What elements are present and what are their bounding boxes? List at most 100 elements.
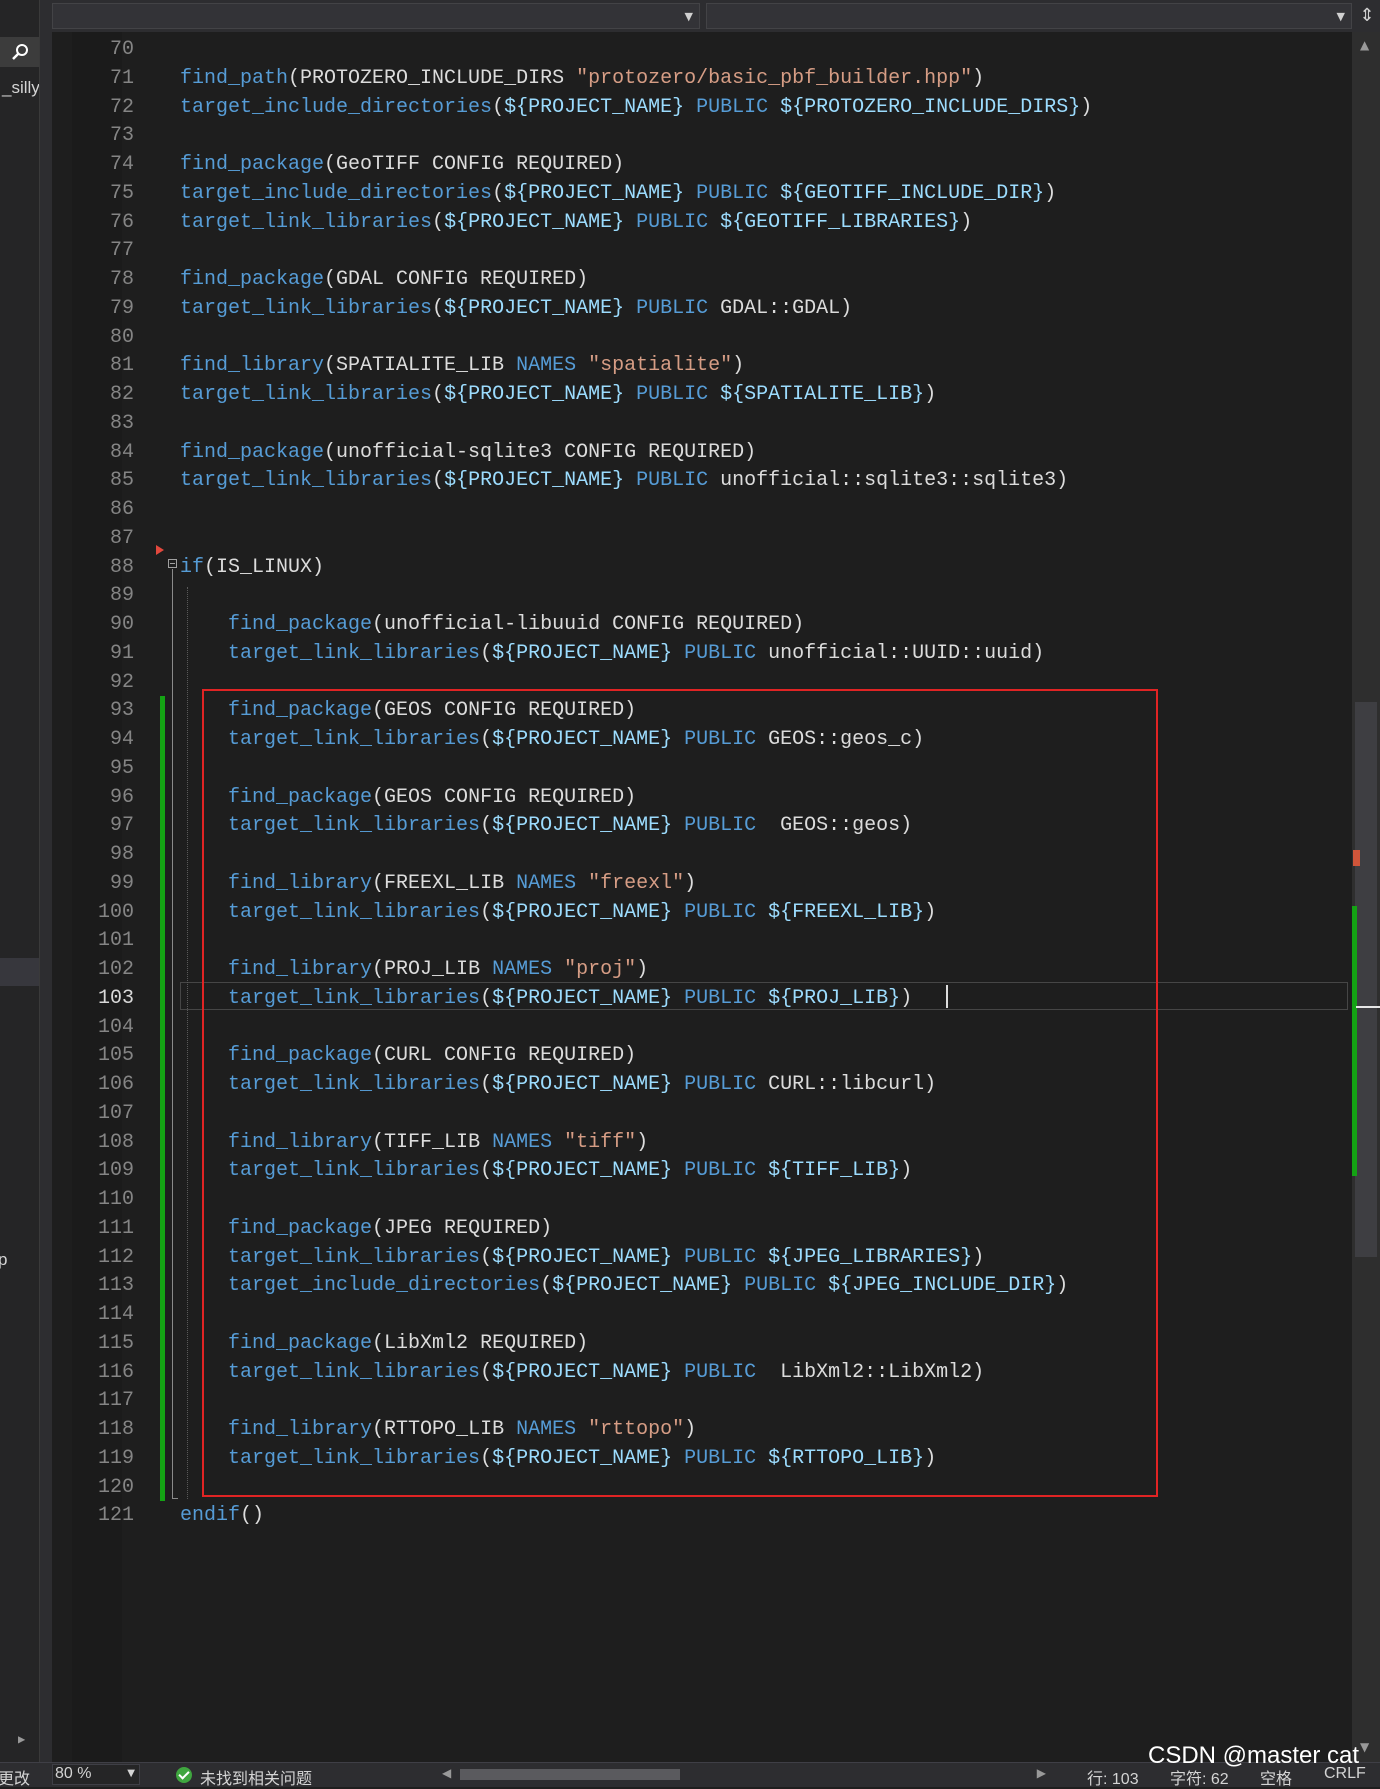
scroll-right-icon[interactable]: ▶ — [18, 1732, 25, 1747]
indent-guide — [187, 587, 188, 1499]
member-dropdown[interactable]: ▼ — [706, 3, 1352, 29]
code-token: ) — [1044, 181, 1057, 205]
hscroll-thumb[interactable] — [460, 1769, 680, 1780]
search-box[interactable] — [0, 37, 39, 67]
scroll-left-icon[interactable]: ◀ — [442, 1766, 451, 1780]
code-line[interactable]: find_library(SPATIALITE_LIB NAMES "spati… — [180, 351, 744, 380]
status-left-fragment: 更改 — [0, 1771, 31, 1788]
line-number: 101 — [97, 929, 134, 953]
line-indicator[interactable]: 行: 103 — [1087, 1765, 1139, 1789]
split-editor-icon[interactable]: ⇕ — [1354, 0, 1380, 32]
code-line[interactable]: find_path(PROTOZERO_INCLUDE_DIRS "protoz… — [180, 64, 984, 93]
chevron-down-icon: ▼ — [1336, 10, 1345, 23]
line-number: 89 — [109, 584, 134, 608]
code-token: ( — [432, 469, 445, 493]
panel-splitter[interactable] — [40, 0, 52, 1762]
line-number: 92 — [109, 670, 134, 694]
line-number: 104 — [97, 1015, 134, 1039]
line-number: 93 — [109, 699, 134, 723]
code-line[interactable]: find_package(unofficial-libuuid CONFIG R… — [180, 610, 804, 639]
code-token: ${GEOTIFF_INCLUDE_DIR} — [780, 181, 1045, 205]
code-line[interactable]: target_include_directories(${PROJECT_NAM… — [180, 179, 1056, 208]
tree-item-fragment[interactable]: _silly — [2, 78, 39, 98]
code-line[interactable]: if(IS_LINUX) — [180, 553, 324, 582]
code-line[interactable]: target_link_libraries(${PROJECT_NAME} PU… — [180, 208, 972, 237]
code-line[interactable]: target_link_libraries(${PROJECT_NAME} PU… — [180, 466, 1068, 495]
line-number: 97 — [109, 814, 134, 838]
code-token: ) — [732, 354, 745, 378]
code-line[interactable]: target_link_libraries(${PROJECT_NAME} PU… — [180, 639, 1044, 668]
code-token: target_include_directories — [180, 181, 493, 205]
solution-explorer-panel: _silly p ▶ — [0, 0, 40, 1762]
scrollbar-error-marker — [1353, 850, 1360, 866]
scrollbar-thumb[interactable] — [1355, 702, 1377, 1257]
code-token: ( — [480, 641, 493, 665]
code-token: find_package — [180, 153, 325, 176]
scroll-up-icon[interactable]: ▲ — [1360, 38, 1369, 52]
line-number: 112 — [97, 1245, 134, 1269]
tree-item-fragment-2[interactable]: p — [0, 1250, 7, 1270]
code-token: target_link_libraries — [228, 641, 481, 665]
check-circle-icon — [176, 1767, 192, 1783]
line-number: 113 — [97, 1274, 134, 1298]
line-number: 87 — [109, 526, 134, 550]
code-token: PUBLIC — [636, 469, 709, 493]
code-line[interactable]: target_link_libraries(${PROJECT_NAME} PU… — [180, 294, 852, 323]
code-token: target_link_libraries — [180, 469, 433, 493]
scroll-right-icon[interactable]: ▶ — [1037, 1766, 1046, 1780]
code-line[interactable]: find_package(GDAL CONFIG REQUIRED) — [180, 265, 588, 294]
code-token: ${PROTOZERO_INCLUDE_DIRS} — [780, 95, 1081, 119]
code-line[interactable]: endif() — [180, 1501, 264, 1530]
scroll-down-icon[interactable]: ▼ — [1360, 1740, 1369, 1754]
code-editor[interactable]: 70 71 72 73 74 75 76 77 78 79 80 81 82 83 84 85 86 87 88 89… — [52, 32, 1352, 1762]
code-token: ${PROJECT_NAME} — [444, 383, 625, 406]
line-number: 102 — [97, 958, 134, 981]
code-token: ( — [492, 95, 505, 119]
code-token: PUBLIC — [636, 383, 709, 406]
code-line[interactable]: target_include_directories(${PROJECT_NAM… — [180, 93, 1092, 122]
collapse-toggle-icon[interactable] — [168, 559, 177, 568]
line-number: 80 — [109, 325, 134, 349]
zoom-dropdown[interactable]: 80 % ▼ — [52, 1764, 140, 1785]
code-line[interactable]: find_package(unofficial-sqlite3 CONFIG R… — [180, 438, 756, 467]
line-number: 120 — [97, 1475, 134, 1499]
code-token: "spatialite" — [588, 354, 733, 378]
code-token: target_link_libraries — [180, 210, 433, 234]
line-number: 106 — [97, 1073, 134, 1096]
code-token: target_include_directories — [180, 95, 493, 119]
scrollbar-change-marker — [1352, 906, 1357, 1176]
line-number: 81 — [109, 354, 134, 378]
code-token: GDAL::GDAL) — [708, 296, 853, 320]
line-number: 94 — [109, 728, 134, 751]
code-token: (IS_LINUX) — [204, 555, 325, 579]
code-token: () — [240, 1504, 265, 1528]
outline-fold-end — [172, 1498, 178, 1499]
line-number: 116 — [97, 1360, 134, 1384]
tree-selected-row[interactable] — [0, 958, 39, 986]
vertical-scrollbar[interactable]: ▲ ▼ — [1352, 32, 1380, 1762]
line-number: 88 — [109, 555, 134, 579]
code-token: ) — [960, 210, 973, 234]
issues-indicator[interactable]: 未找到相关问题 — [200, 1765, 312, 1789]
code-token: endif — [180, 1504, 241, 1528]
line-number: 79 — [109, 296, 134, 320]
line-number: 96 — [109, 785, 134, 809]
code-line[interactable]: find_package(GeoTIFF CONFIG REQUIRED) — [180, 150, 624, 179]
horizontal-scrollbar[interactable]: ◀ ▶ — [438, 1766, 1050, 1782]
code-token: ${PROJECT_NAME} — [492, 641, 673, 665]
code-token: target_link_libraries — [180, 383, 433, 406]
line-number: 84 — [109, 440, 134, 464]
scope-dropdown[interactable]: ▼ — [52, 3, 700, 29]
code-line[interactable]: target_link_libraries(${PROJECT_NAME} PU… — [180, 380, 936, 409]
line-number: 82 — [109, 383, 134, 406]
line-number: 75 — [109, 181, 134, 205]
code-token: (GDAL CONFIG REQUIRED) — [324, 268, 589, 291]
code-token: ${PROJECT_NAME} — [444, 469, 625, 493]
code-token: find_path — [180, 66, 289, 90]
zoom-level: 80 % — [55, 1765, 92, 1782]
